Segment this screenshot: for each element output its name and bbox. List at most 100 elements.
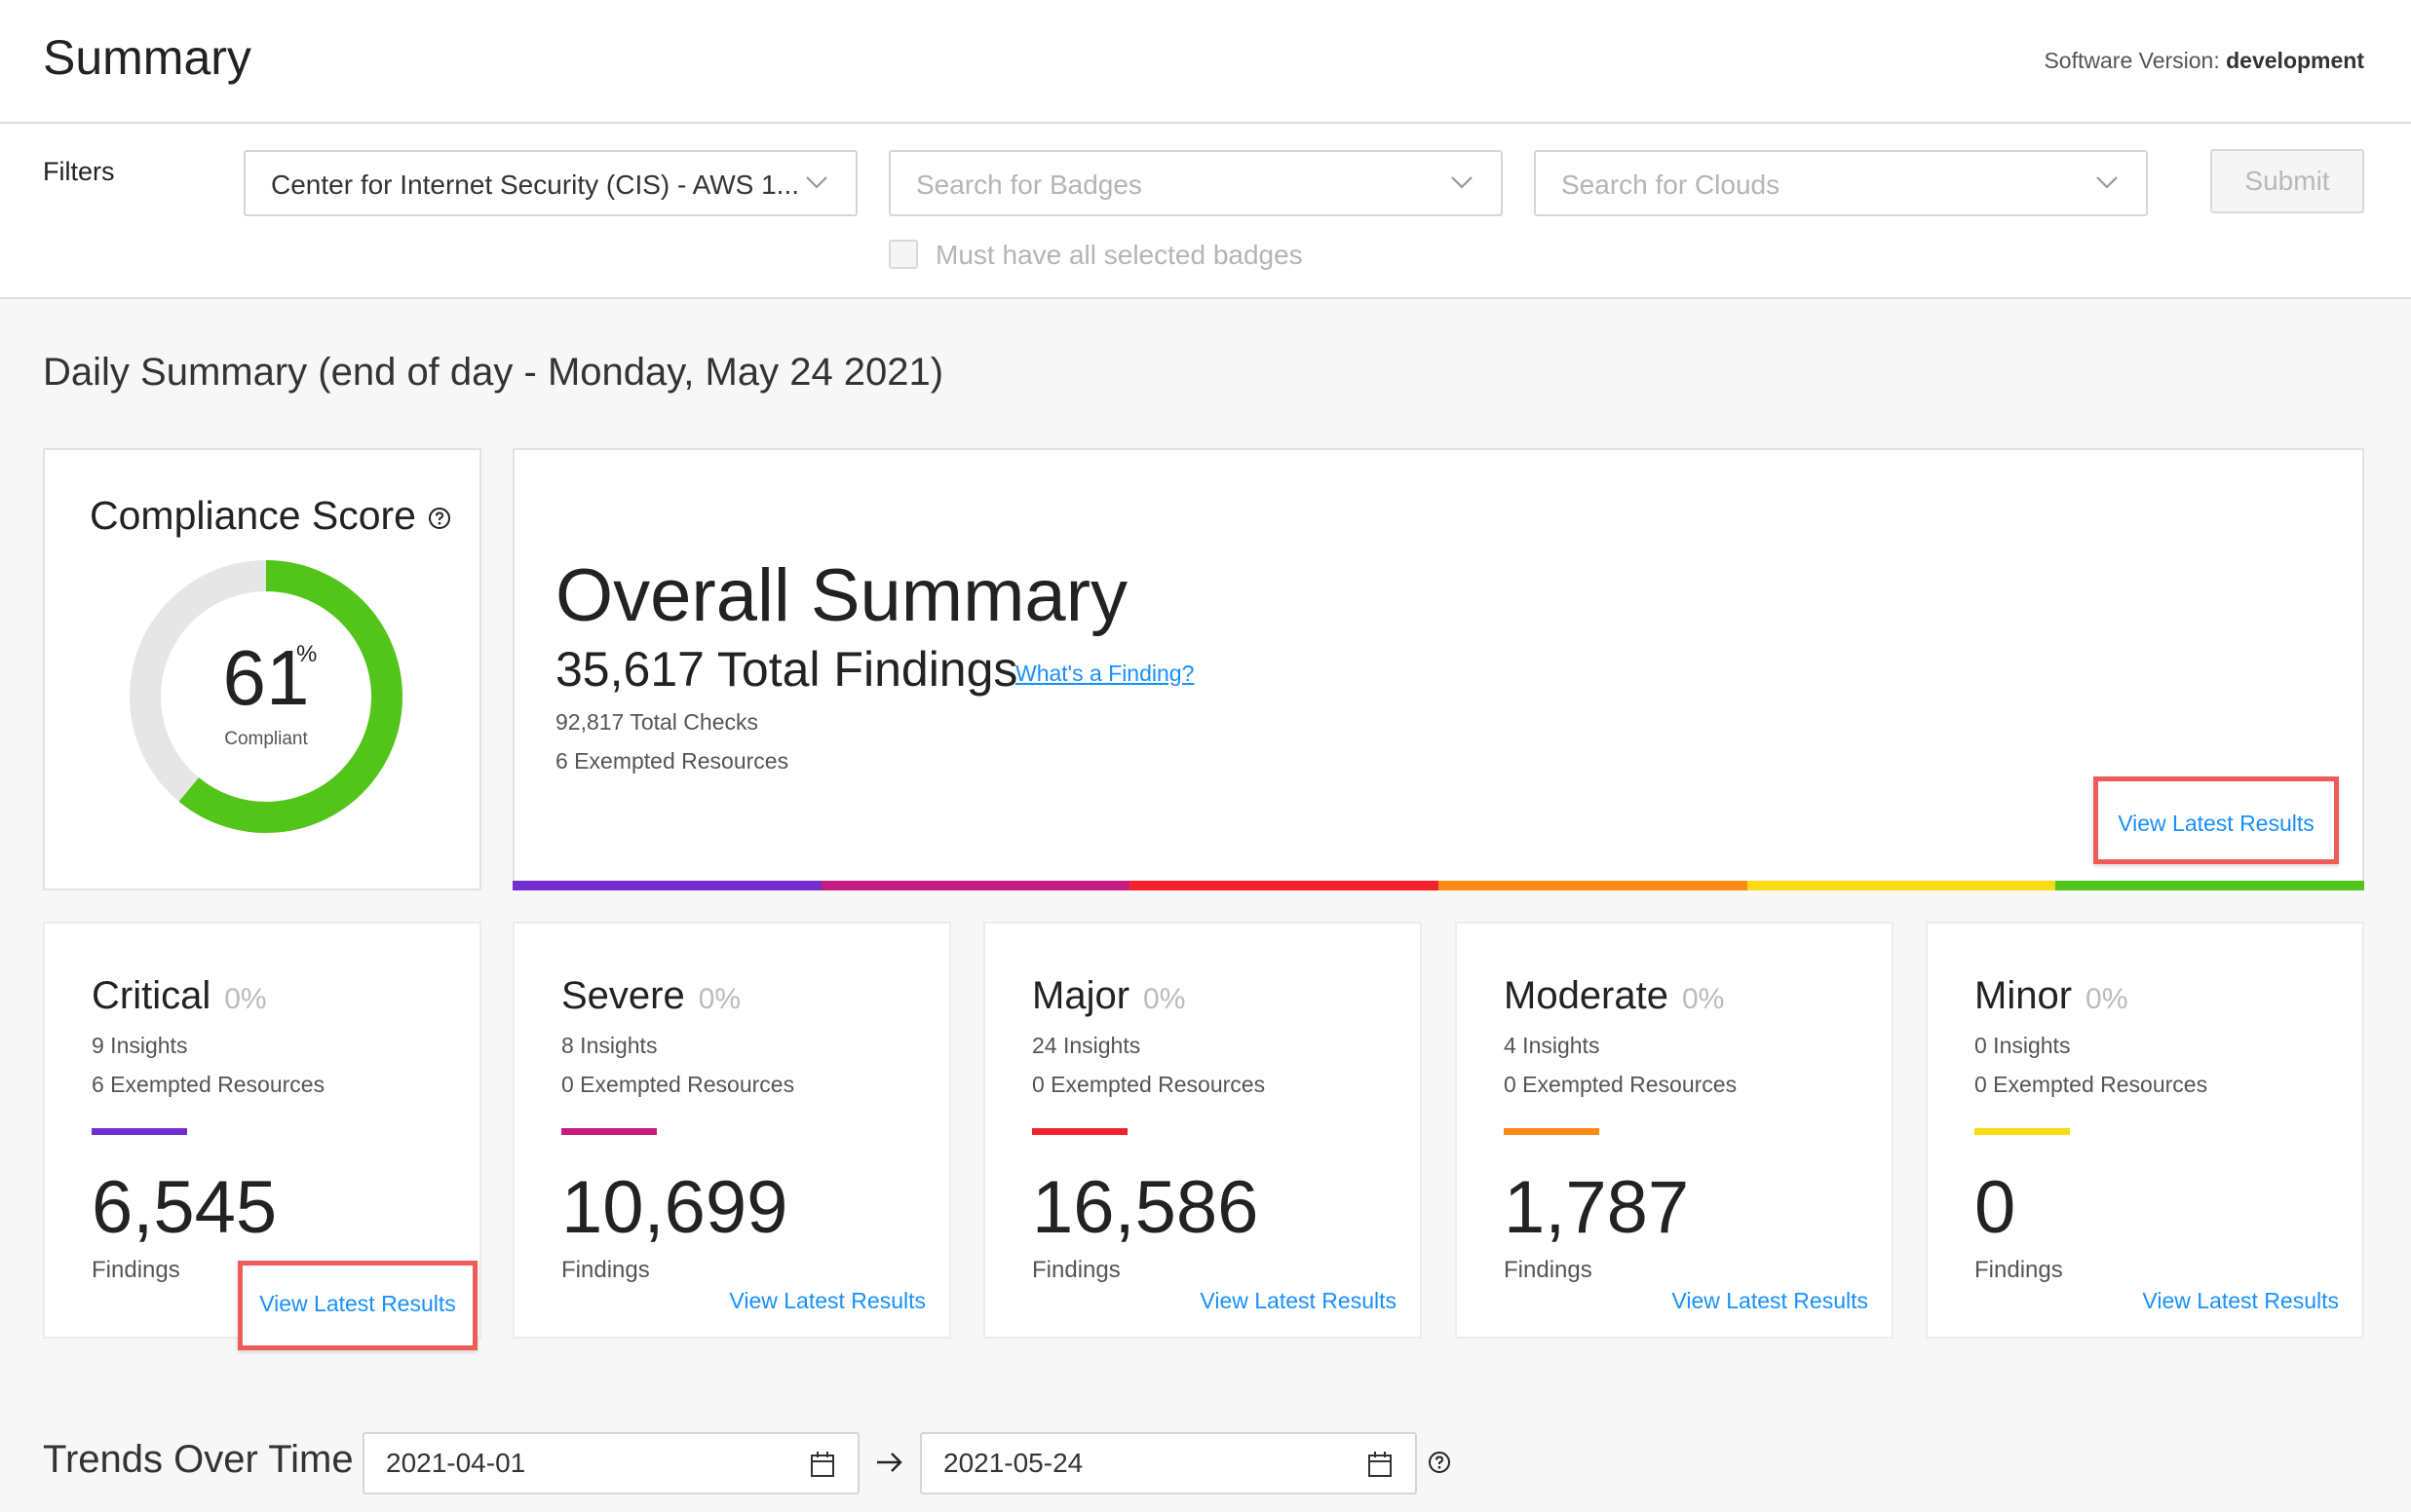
severity-color-bar bbox=[513, 881, 2365, 890]
severity-insights: 8 Insights bbox=[561, 1033, 658, 1058]
severity-title: Major 0% bbox=[1032, 974, 1185, 1018]
severity-color-marker bbox=[561, 1128, 657, 1135]
overall-view-latest-results-highlight: View Latest Results bbox=[2093, 776, 2339, 864]
software-version-label: Software Version: bbox=[2044, 48, 2220, 73]
severity-exempted-resources: 0 Exempted Resources bbox=[1974, 1072, 2208, 1097]
total-checks: 92,817 Total Checks bbox=[555, 709, 758, 735]
whats-a-finding-link[interactable]: What's a Finding? bbox=[1015, 661, 1194, 687]
severity-title: Moderate 0% bbox=[1504, 974, 1724, 1018]
critical-view-latest-results-highlight: View Latest Results bbox=[238, 1261, 478, 1350]
arrow-right-icon bbox=[877, 1453, 902, 1472]
compliance-score-percent: % bbox=[296, 641, 318, 667]
severity-percent: 0% bbox=[698, 983, 742, 1015]
clouds-search-select[interactable]: Search for Clouds bbox=[1534, 150, 2148, 216]
severity-insights: 9 Insights bbox=[92, 1033, 188, 1058]
chevron-down-icon bbox=[2096, 176, 2118, 189]
severity-findings-count: 6,545 bbox=[92, 1166, 278, 1249]
severity-findings-count: 0 bbox=[1974, 1166, 2016, 1249]
compliance-donut: 61 % Compliant bbox=[125, 555, 407, 838]
end-date-value: 2021-05-24 bbox=[943, 1448, 1084, 1478]
critical-view-latest-results-link[interactable]: View Latest Results bbox=[243, 1291, 473, 1317]
severity-findings-label: Findings bbox=[1974, 1257, 2063, 1283]
total-findings: 35,617 Total Findings bbox=[555, 642, 1018, 697]
severity-findings-label: Findings bbox=[561, 1257, 650, 1283]
severity-percent: 0% bbox=[1143, 983, 1186, 1015]
daily-summary-title: Daily Summary (end of day - Monday, May … bbox=[43, 351, 944, 394]
severity-findings-count: 1,787 bbox=[1504, 1166, 1690, 1249]
overall-exempted-resources: 6 Exempted Resources bbox=[555, 748, 789, 774]
severity-percent: 0% bbox=[1681, 983, 1725, 1015]
submit-button[interactable]: Submit bbox=[2210, 149, 2364, 213]
badges-search-select[interactable]: Search for Badges bbox=[889, 150, 1503, 216]
severity-name: Minor bbox=[1974, 974, 2073, 1017]
overall-summary-card: Overall Summary 35,617 Total Findings Wh… bbox=[513, 448, 2364, 890]
software-version: Software Version: development bbox=[2044, 48, 2364, 74]
severity-insights: 4 Insights bbox=[1504, 1033, 1600, 1058]
severity-exempted-resources: 0 Exempted Resources bbox=[561, 1072, 795, 1097]
compliance-score-value: 61 bbox=[222, 634, 310, 721]
severity-insights: 0 Insights bbox=[1974, 1033, 2071, 1058]
overall-view-latest-results-link[interactable]: View Latest Results bbox=[2098, 811, 2334, 837]
severity-card-severe: Severe 0% 8 Insights 0 Exempted Resources… bbox=[513, 922, 951, 1339]
end-date-picker[interactable]: 2021-05-24 bbox=[920, 1432, 1417, 1494]
major-view-latest-results-link[interactable]: View Latest Results bbox=[1200, 1288, 1397, 1314]
start-date-picker[interactable]: 2021-04-01 bbox=[363, 1432, 860, 1494]
severity-name: Moderate bbox=[1504, 974, 1668, 1017]
severity-percent: 0% bbox=[2086, 983, 2128, 1015]
must-have-all-badges-label[interactable]: Must have all selected badges bbox=[936, 240, 1303, 271]
clouds-search-placeholder: Search for Clouds bbox=[1561, 170, 1780, 200]
compliance-score-card: Compliance Score 61 % Compliant bbox=[43, 448, 481, 890]
start-date-value: 2021-04-01 bbox=[386, 1448, 526, 1478]
framework-select[interactable]: Center for Internet Security (CIS) - AWS… bbox=[244, 150, 858, 216]
calendar-icon bbox=[811, 1452, 834, 1477]
must-have-all-badges-checkbox[interactable] bbox=[889, 240, 918, 269]
severity-findings-label: Findings bbox=[92, 1257, 180, 1283]
severity-title: Critical 0% bbox=[92, 974, 267, 1018]
overall-summary-title: Overall Summary bbox=[555, 554, 1128, 637]
severity-color-marker bbox=[1504, 1128, 1599, 1135]
minor-view-latest-results-link[interactable]: View Latest Results bbox=[2142, 1288, 2339, 1314]
severity-findings-count: 10,699 bbox=[561, 1166, 788, 1249]
question-circle-icon[interactable] bbox=[427, 506, 452, 531]
moderate-view-latest-results-link[interactable]: View Latest Results bbox=[1671, 1288, 1868, 1314]
severity-exempted-resources: 0 Exempted Resources bbox=[1032, 1072, 1266, 1097]
compliance-score-caption: Compliant bbox=[224, 729, 308, 749]
severity-color-segment bbox=[821, 881, 1130, 890]
filters-label: Filters bbox=[43, 157, 115, 186]
page-title: Summary bbox=[43, 30, 251, 85]
severity-card-minor: Minor 0% 0 Insights 0 Exempted Resources … bbox=[1926, 922, 2364, 1339]
severity-title: Minor 0% bbox=[1974, 974, 2127, 1018]
severity-color-segment bbox=[2055, 881, 2365, 890]
software-version-value: development bbox=[2226, 48, 2364, 73]
badges-search-placeholder: Search for Badges bbox=[916, 170, 1142, 200]
severity-name: Critical bbox=[92, 974, 211, 1017]
severity-color-marker bbox=[1032, 1128, 1128, 1135]
severity-findings-label: Findings bbox=[1032, 1257, 1121, 1283]
severity-exempted-resources: 6 Exempted Resources bbox=[92, 1072, 325, 1097]
chevron-down-icon bbox=[806, 176, 827, 189]
severity-card-major: Major 0% 24 Insights 0 Exempted Resources… bbox=[983, 922, 1422, 1339]
severity-findings-label: Findings bbox=[1504, 1257, 1592, 1283]
severity-color-marker bbox=[92, 1128, 187, 1135]
trends-over-time-title: Trends Over Time bbox=[43, 1438, 354, 1481]
severity-exempted-resources: 0 Exempted Resources bbox=[1504, 1072, 1738, 1097]
severity-color-segment bbox=[513, 881, 822, 890]
severity-color-segment bbox=[1129, 881, 1439, 890]
severity-percent: 0% bbox=[224, 983, 267, 1015]
severe-view-latest-results-link[interactable]: View Latest Results bbox=[729, 1288, 926, 1314]
page-header: Summary Software Version: development bbox=[0, 0, 2411, 124]
severity-name: Severe bbox=[561, 974, 685, 1017]
severity-card-critical: Critical 0% 9 Insights 6 Exempted Resourc… bbox=[43, 922, 481, 1350]
question-circle-icon[interactable] bbox=[1427, 1450, 1452, 1475]
severity-insights: 24 Insights bbox=[1032, 1033, 1141, 1058]
severity-color-segment bbox=[1438, 881, 1747, 890]
severity-color-segment bbox=[1746, 881, 2056, 890]
framework-select-value: Center for Internet Security (CIS) - AWS… bbox=[271, 170, 797, 200]
chevron-down-icon bbox=[1451, 176, 1473, 189]
compliance-score-title: Compliance Score bbox=[90, 493, 452, 539]
filters-bar: Filters Center for Internet Security (CI… bbox=[0, 124, 2411, 299]
severity-title: Severe 0% bbox=[561, 974, 741, 1018]
compliance-score-label: Compliance Score bbox=[90, 493, 416, 538]
calendar-icon bbox=[1368, 1452, 1392, 1477]
severity-findings-count: 16,586 bbox=[1032, 1166, 1259, 1249]
